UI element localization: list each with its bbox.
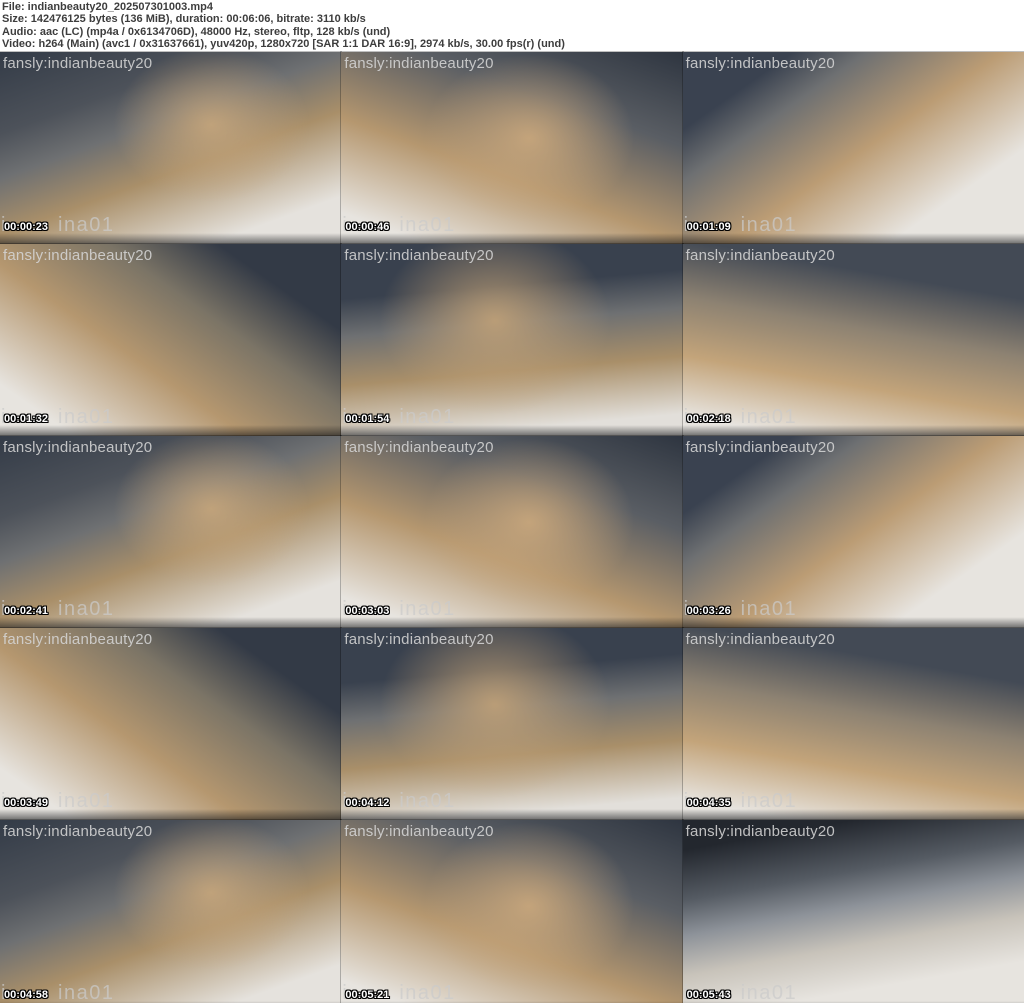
timestamp-overlay: 00:04:12 bbox=[345, 797, 390, 809]
timestamp-overlay: 00:01:32 bbox=[4, 413, 49, 425]
thumbnail-image bbox=[341, 52, 683, 244]
video-watermark-right: ina01 bbox=[399, 790, 456, 812]
thumbnail-image bbox=[341, 436, 683, 628]
fansly-watermark: fansly:indianbeauty20 bbox=[3, 439, 153, 456]
thumbnail-tile: fansly:indianbeauty20 i ina01 00:02:41 bbox=[0, 435, 343, 629]
timestamp-overlay: 00:03:49 bbox=[4, 797, 49, 809]
fansly-watermark: fansly:indianbeauty20 bbox=[685, 439, 835, 456]
video-watermark-right: ina01 bbox=[740, 598, 798, 620]
thumbnail-image bbox=[682, 52, 1024, 244]
video-info-line: Video: h264 (Main) (avc1 / 0x31637661), … bbox=[2, 38, 565, 51]
fansly-watermark: fansly:indianbeauty20 bbox=[685, 55, 835, 72]
thumbnail-image bbox=[682, 628, 1024, 820]
timestamp-overlay: 00:04:58 bbox=[4, 989, 49, 1001]
fansly-watermark: fansly:indianbeauty20 bbox=[685, 631, 835, 648]
thumbnail-image bbox=[0, 244, 342, 436]
fansly-watermark: fansly:indianbeauty20 bbox=[344, 439, 494, 456]
timestamp-overlay: 00:00:46 bbox=[345, 221, 390, 233]
timestamp-overlay: 00:03:03 bbox=[345, 605, 390, 617]
thumbnail-image bbox=[341, 628, 683, 820]
thumbnail-tile: fansly:indianbeauty20 i ina01 00:03:26 bbox=[681, 435, 1024, 629]
video-watermark-right: ina01 bbox=[740, 406, 798, 428]
thumbnail-tile: fansly:indianbeauty20 i ina01 00:03:49 bbox=[0, 627, 343, 821]
thumbnail-image bbox=[682, 820, 1024, 1003]
video-watermark-right: ina01 bbox=[740, 790, 798, 812]
video-watermark-right: ina01 bbox=[740, 214, 798, 236]
file-info-header: File: indianbeauty20_202507301003.mp4 Si… bbox=[0, 0, 1024, 52]
thumbnail-tile: fansly:indianbeauty20 i ina01 00:05:43 bbox=[681, 819, 1024, 1003]
thumbnail-image bbox=[682, 244, 1024, 436]
timestamp-overlay: 00:03:26 bbox=[686, 605, 731, 617]
fansly-watermark: fansly:indianbeauty20 bbox=[344, 631, 494, 648]
video-watermark-right: ina01 bbox=[58, 214, 115, 236]
thumbnail-image bbox=[0, 820, 342, 1003]
thumbnail-image bbox=[682, 436, 1024, 628]
thumbnail-tile: fansly:indianbeauty20 i ina01 00:02:18 bbox=[681, 243, 1024, 437]
fansly-watermark: fansly:indianbeauty20 bbox=[3, 247, 153, 264]
thumbnail-tile: fansly:indianbeauty20 i ina01 00:05:21 bbox=[340, 819, 684, 1003]
thumbnail-image bbox=[341, 244, 683, 436]
thumbnail-image bbox=[0, 628, 342, 820]
video-watermark-right: ina01 bbox=[58, 406, 115, 428]
timestamp-overlay: 00:01:54 bbox=[345, 413, 390, 425]
thumbnail-image bbox=[0, 436, 342, 628]
video-watermark-right: ina01 bbox=[58, 598, 115, 620]
timestamp-overlay: 00:05:43 bbox=[686, 989, 731, 1001]
fansly-watermark: fansly:indianbeauty20 bbox=[3, 55, 153, 72]
fansly-watermark: fansly:indianbeauty20 bbox=[344, 247, 494, 264]
fansly-watermark: fansly:indianbeauty20 bbox=[685, 823, 835, 840]
thumbnail-tile: fansly:indianbeauty20 i ina01 00:00:46 bbox=[340, 51, 684, 245]
fansly-watermark: fansly:indianbeauty20 bbox=[344, 55, 494, 72]
video-watermark-right: ina01 bbox=[399, 982, 456, 1003]
thumbnail-image bbox=[0, 52, 342, 244]
thumbnail-tile: fansly:indianbeauty20 i ina01 00:01:54 bbox=[340, 243, 684, 437]
video-watermark-right: ina01 bbox=[740, 982, 798, 1003]
thumbnail-image bbox=[341, 820, 683, 1003]
timestamp-overlay: 00:01:09 bbox=[686, 221, 731, 233]
thumbnail-tile: fansly:indianbeauty20 i ina01 00:00:23 bbox=[0, 51, 343, 245]
thumbnail-tile: fansly:indianbeauty20 i ina01 00:01:09 bbox=[681, 51, 1024, 245]
thumbnail-tile: fansly:indianbeauty20 i ina01 00:03:03 bbox=[340, 435, 684, 629]
video-watermark-right: ina01 bbox=[58, 790, 115, 812]
audio-info-line: Audio: aac (LC) (mp4a / 0x6134706D), 480… bbox=[2, 25, 391, 38]
video-watermark-right: ina01 bbox=[399, 214, 456, 236]
timestamp-overlay: 00:02:41 bbox=[4, 605, 49, 617]
timestamp-overlay: 00:05:21 bbox=[345, 989, 390, 1001]
contact-sheet: File: indianbeauty20_202507301003.mp4 Si… bbox=[0, 0, 1024, 1003]
thumbnail-grid: fansly:indianbeauty20 i ina01 00:00:23 f… bbox=[0, 51, 1024, 1003]
thumbnail-tile: fansly:indianbeauty20 i ina01 00:04:35 bbox=[681, 627, 1024, 821]
fansly-watermark: fansly:indianbeauty20 bbox=[685, 247, 835, 264]
file-name-line: File: indianbeauty20_202507301003.mp4 bbox=[2, 1, 213, 13]
thumbnail-tile: fansly:indianbeauty20 i ina01 00:01:32 bbox=[0, 243, 343, 437]
video-watermark-right: ina01 bbox=[58, 982, 115, 1003]
thumbnail-tile: fansly:indianbeauty20 i ina01 00:04:12 bbox=[340, 627, 684, 821]
video-watermark-right: ina01 bbox=[399, 406, 456, 428]
thumbnail-tile: fansly:indianbeauty20 i ina01 00:04:58 bbox=[0, 819, 343, 1003]
timestamp-overlay: 00:04:35 bbox=[686, 797, 731, 809]
timestamp-overlay: 00:00:23 bbox=[4, 221, 49, 233]
fansly-watermark: fansly:indianbeauty20 bbox=[3, 631, 153, 648]
timestamp-overlay: 00:02:18 bbox=[686, 413, 731, 425]
file-size-line: Size: 142476125 bytes (136 MiB), duratio… bbox=[2, 13, 366, 26]
fansly-watermark: fansly:indianbeauty20 bbox=[3, 823, 153, 840]
fansly-watermark: fansly:indianbeauty20 bbox=[344, 823, 494, 840]
video-watermark-right: ina01 bbox=[399, 598, 456, 620]
